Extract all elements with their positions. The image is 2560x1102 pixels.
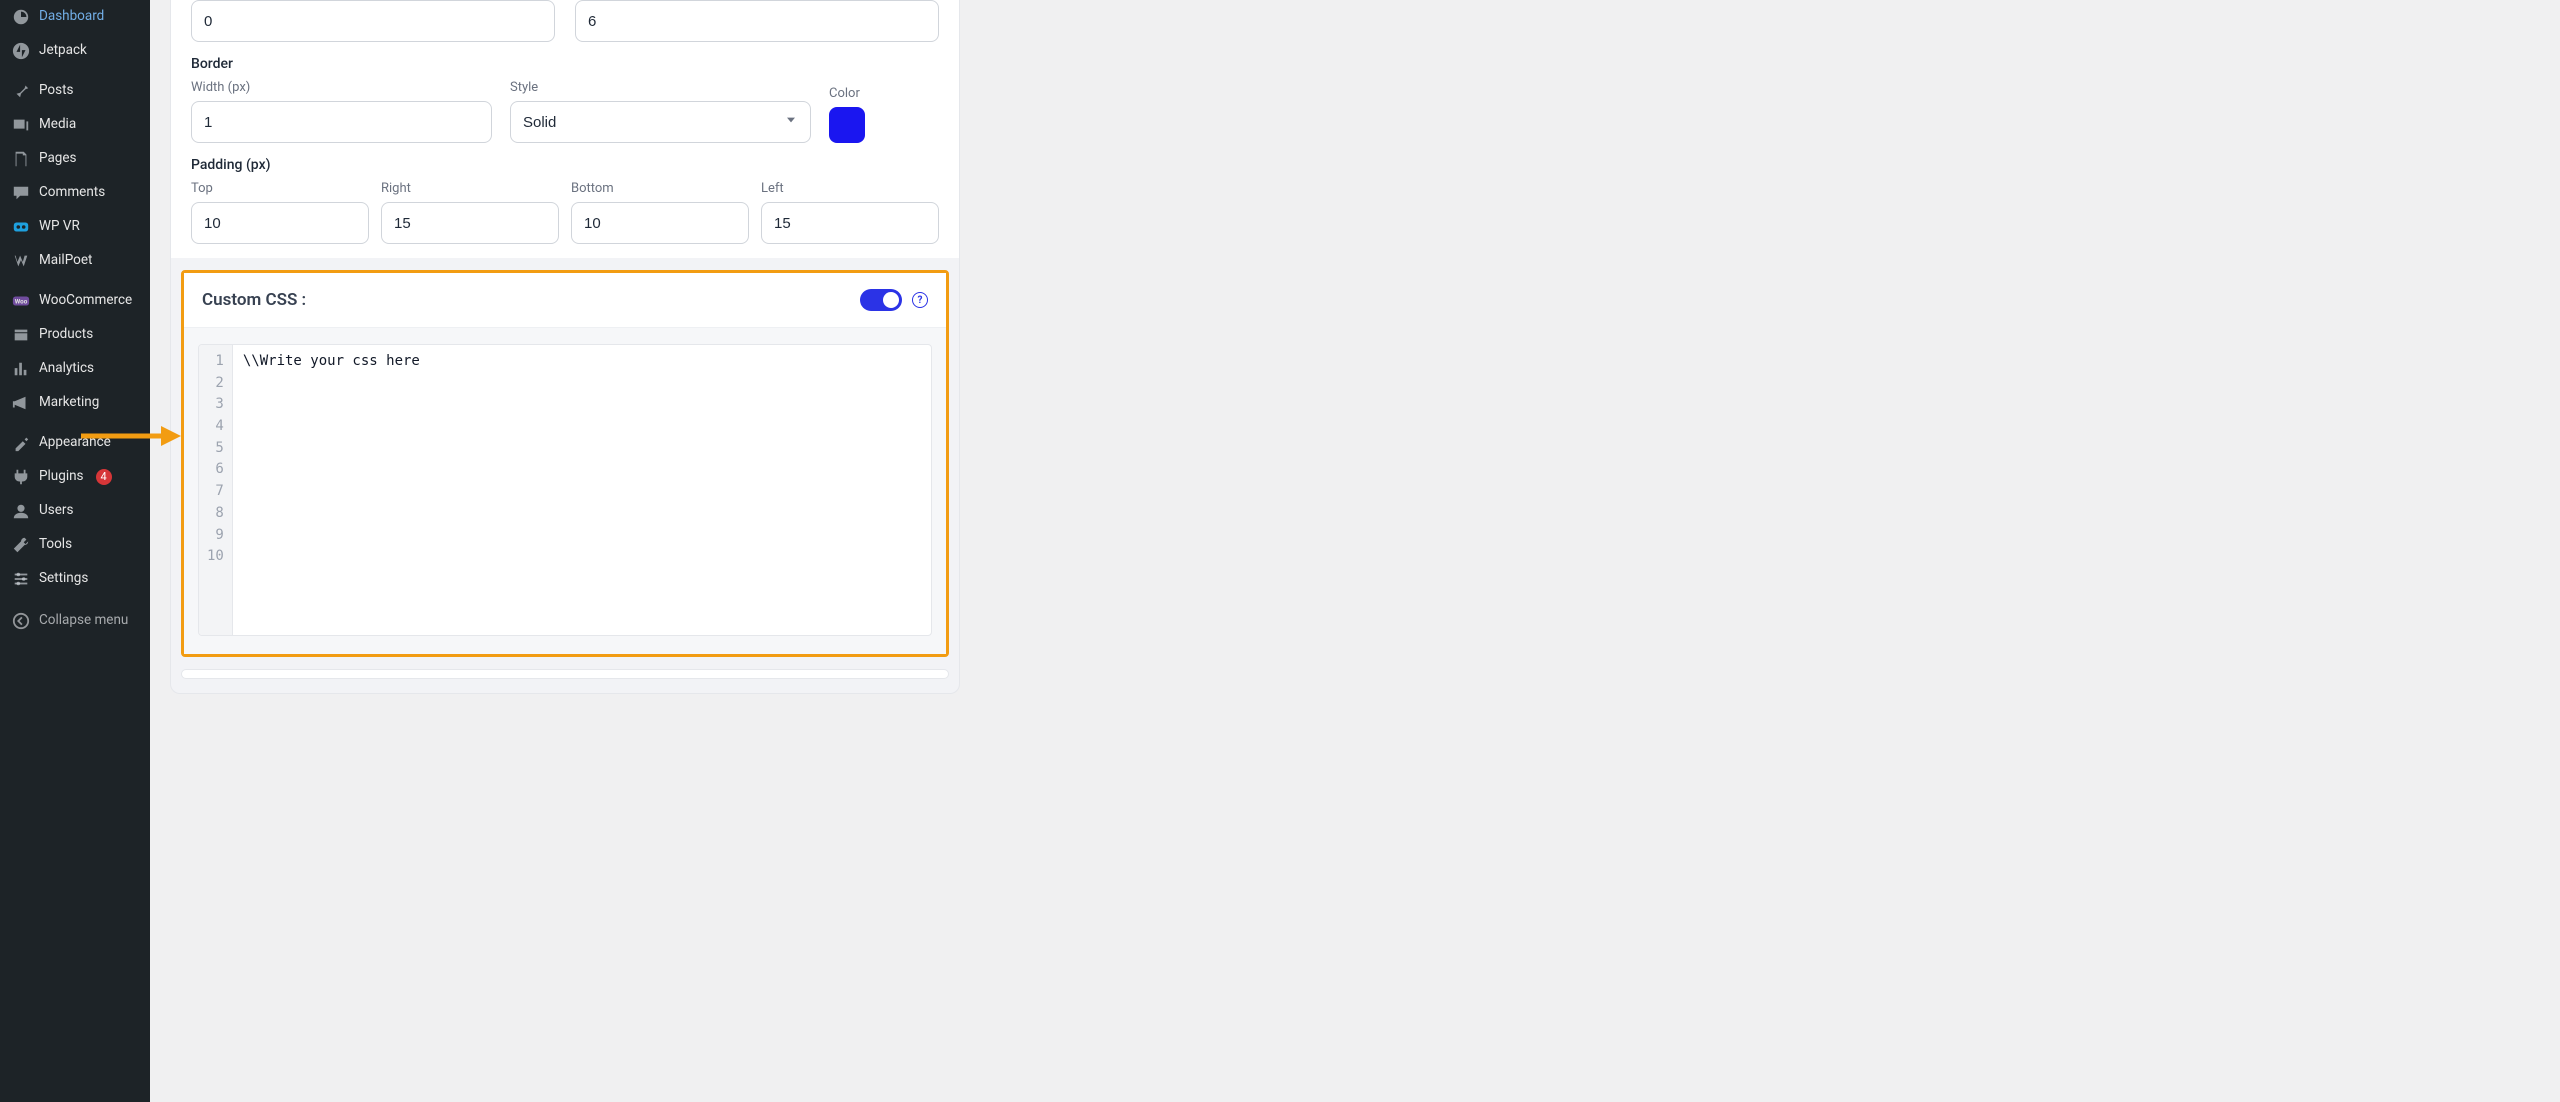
padding-right-input[interactable] [381, 202, 559, 244]
dashboard-icon [11, 7, 31, 27]
sidebar-item-posts[interactable]: Posts [0, 74, 150, 108]
users-icon [11, 501, 31, 521]
field-wrap: Style [510, 80, 811, 143]
numeric-input-left[interactable] [191, 0, 555, 42]
sidebar-item-tools[interactable]: Tools [0, 528, 150, 562]
custom-css-header: Custom CSS : ? [184, 273, 946, 328]
field-wrap: Left [761, 181, 939, 244]
sidebar-item-jetpack[interactable]: Jetpack [0, 34, 150, 68]
sidebar-item-comments[interactable]: Comments [0, 176, 150, 210]
sidebar-item-label: MailPoet [39, 252, 92, 270]
svg-text:Woo: Woo [15, 298, 28, 306]
plugins-update-badge: 4 [96, 469, 112, 485]
sidebar-item-label: Tools [39, 536, 72, 554]
main-content: Border Width (px) Style Color [150, 0, 2560, 1102]
sidebar-item-label: WP VR [39, 218, 80, 236]
sidebar-item-wpvr[interactable]: WP VR [0, 210, 150, 244]
pin-icon [11, 81, 31, 101]
sidebar-item-label: Marketing [39, 394, 99, 412]
sidebar-item-analytics[interactable]: Analytics [0, 352, 150, 386]
field-wrap: Top [191, 181, 369, 244]
sidebar-item-label: Comments [39, 184, 105, 202]
annotation-arrow-icon [81, 426, 181, 446]
comments-icon [11, 183, 31, 203]
media-icon [11, 115, 31, 135]
padding-section-label: Padding (px) [191, 157, 939, 173]
admin-sidebar: Dashboard Jetpack Posts Media Pages Comm… [0, 0, 150, 1102]
sidebar-item-label: Pages [39, 150, 77, 168]
custom-css-toggle[interactable] [860, 289, 902, 311]
sidebar-item-plugins[interactable]: Plugins 4 [0, 460, 150, 494]
padding-bottom-input[interactable] [571, 202, 749, 244]
pages-icon [11, 149, 31, 169]
sidebar-item-settings[interactable]: Settings [0, 562, 150, 596]
tools-icon [11, 535, 31, 555]
sidebar-item-dashboard[interactable]: Dashboard [0, 0, 150, 34]
padding-right-label: Right [381, 181, 559, 196]
sidebar-item-label: Analytics [39, 360, 94, 378]
sidebar-item-label: Collapse menu [39, 612, 128, 630]
padding-top-input[interactable] [191, 202, 369, 244]
border-width-label: Width (px) [191, 80, 492, 95]
sidebar-item-label: Posts [39, 82, 73, 100]
border-style-label: Style [510, 80, 811, 95]
collapse-icon [11, 611, 31, 631]
analytics-icon [11, 359, 31, 379]
woocommerce-icon: Woo [11, 291, 31, 311]
sidebar-item-media[interactable]: Media [0, 108, 150, 142]
custom-css-card: Custom CSS : ? 12345678910 \\Write your … [184, 273, 946, 654]
sidebar-item-mailpoet[interactable]: MailPoet [0, 244, 150, 278]
help-icon[interactable]: ? [912, 292, 928, 308]
sidebar-item-woocommerce[interactable]: Woo WooCommerce [0, 284, 150, 318]
sidebar-item-label: WooCommerce [39, 292, 132, 310]
padding-top-label: Top [191, 181, 369, 196]
jetpack-icon [11, 41, 31, 61]
padding-left-input[interactable] [761, 202, 939, 244]
field-wrap: Bottom [571, 181, 749, 244]
sidebar-item-label: Users [39, 502, 73, 520]
sidebar-item-label: Media [39, 116, 76, 134]
padding-bottom-label: Bottom [571, 181, 749, 196]
sidebar-item-label: Plugins [39, 468, 84, 486]
mailpoet-icon [11, 251, 31, 271]
sidebar-item-users[interactable]: Users [0, 494, 150, 528]
line-number-gutter: 12345678910 [199, 345, 233, 635]
settings-panel: Border Width (px) Style Color [170, 0, 960, 694]
products-icon [11, 325, 31, 345]
code-editor-wrapper: 12345678910 \\Write your css here [184, 328, 946, 654]
sidebar-collapse[interactable]: Collapse menu [0, 604, 150, 638]
sidebar-item-pages[interactable]: Pages [0, 142, 150, 176]
field-wrap: Color [829, 86, 939, 143]
border-color-label: Color [829, 86, 939, 101]
marketing-icon [11, 393, 31, 413]
custom-css-title: Custom CSS : [202, 290, 306, 310]
border-style-select[interactable] [510, 101, 811, 143]
sidebar-item-label: Jetpack [39, 42, 87, 60]
sidebar-item-label: Settings [39, 570, 88, 588]
plugins-icon [11, 467, 31, 487]
field-wrap: Width (px) [191, 80, 492, 143]
top-settings-card: Border Width (px) Style Color [171, 0, 959, 258]
field-wrap [575, 0, 939, 42]
field-wrap: Right [381, 181, 559, 244]
code-editor[interactable]: 12345678910 \\Write your css here [198, 344, 932, 636]
sidebar-item-label: Dashboard [39, 8, 104, 26]
next-card-peek [181, 669, 949, 679]
settings-icon [11, 569, 31, 589]
field-wrap [191, 0, 555, 42]
sidebar-item-products[interactable]: Products [0, 318, 150, 352]
numeric-input-right[interactable] [575, 0, 939, 42]
border-color-picker[interactable] [829, 107, 865, 143]
custom-css-highlight: Custom CSS : ? 12345678910 \\Write your … [181, 270, 949, 657]
border-section-label: Border [191, 56, 939, 72]
sidebar-item-label: Products [39, 326, 93, 344]
wpvr-icon [11, 217, 31, 237]
border-width-input[interactable] [191, 101, 492, 143]
toggle-knob [883, 292, 899, 308]
padding-left-label: Left [761, 181, 939, 196]
sidebar-item-marketing[interactable]: Marketing [0, 386, 150, 420]
appearance-icon [11, 433, 31, 453]
code-content[interactable]: \\Write your css here [233, 345, 931, 635]
